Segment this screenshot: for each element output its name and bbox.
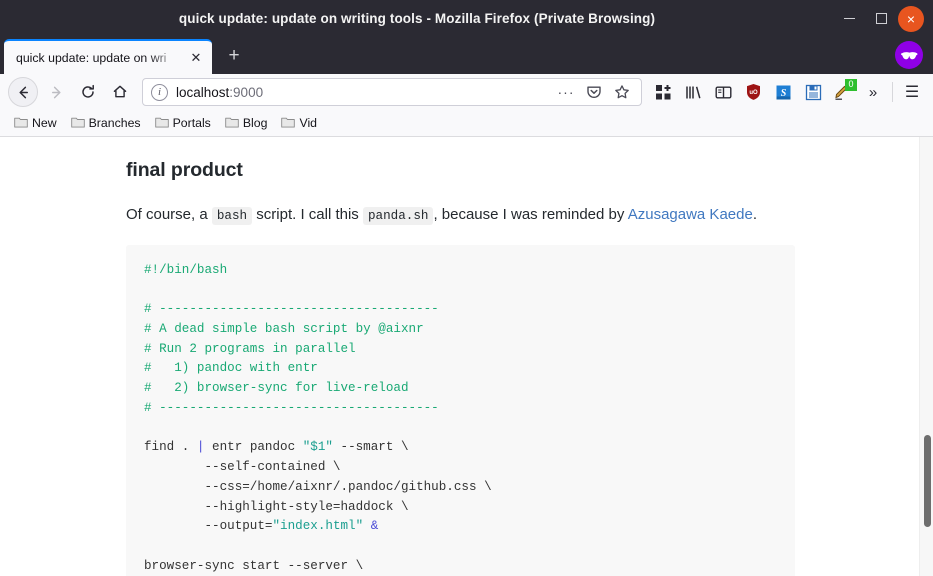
code-find-post: entr pandoc xyxy=(204,440,303,455)
article-body: final product Of course, a bash script. … xyxy=(0,137,933,576)
extension-toolbar: uO S 0 » ☰ xyxy=(648,77,927,107)
folder-icon xyxy=(14,116,28,131)
tab-close-icon[interactable]: ✕ xyxy=(186,48,206,68)
home-button[interactable] xyxy=(104,77,136,107)
bookmarks-toolbar: New Branches Portals Blog Vid xyxy=(0,110,933,137)
save-page-icon[interactable] xyxy=(798,77,828,107)
code-comment-line: # A dead simple bash script by @aixnr xyxy=(144,321,424,336)
code-flag-self-contained: --self-contained \ xyxy=(144,460,341,474)
page-title: final product xyxy=(126,159,243,181)
highlighter-icon[interactable]: 0 xyxy=(828,77,858,107)
azusagawa-kaede-link[interactable]: Azusagawa Kaede xyxy=(628,206,753,223)
highlighter-badge: 0 xyxy=(845,79,857,91)
folder-icon xyxy=(70,116,85,131)
toolbar-divider xyxy=(892,82,893,102)
bookmark-folder-vid[interactable]: Vid xyxy=(275,113,323,134)
bookmark-label: Blog xyxy=(242,116,268,130)
svg-text:S: S xyxy=(780,88,786,99)
maximize-button[interactable] xyxy=(866,4,896,34)
navigation-toolbar: i localhost:9000 ··· uO S 0 » ☰ xyxy=(0,74,933,110)
inline-code-bash: bash xyxy=(211,207,253,225)
paragraph-text-1: Of course, a xyxy=(126,206,212,223)
code-comment-line: # Run 2 programs in parallel xyxy=(144,341,356,356)
scrollbar-thumb[interactable] xyxy=(924,435,931,527)
bookmark-folder-portals[interactable]: Portals xyxy=(149,113,217,134)
url-actions: ··· xyxy=(553,79,635,105)
code-find-tail: --smart \ xyxy=(332,440,409,455)
sidebar-icon[interactable] xyxy=(708,77,738,107)
overflow-icon[interactable]: » xyxy=(858,77,888,107)
code-browsersync-line: browser-sync start --server \ xyxy=(144,558,364,573)
reload-button[interactable] xyxy=(72,77,104,107)
new-tab-button[interactable]: + xyxy=(218,40,250,72)
container-tabs-icon[interactable] xyxy=(648,77,678,107)
code-string-output: "index.html" xyxy=(272,519,364,534)
code-flag-highlight: --highlight-style=haddock \ xyxy=(144,499,409,514)
bookmark-label: New xyxy=(32,116,57,130)
app-menu-button[interactable]: ☰ xyxy=(897,77,927,107)
bash-code-block: #!/bin/bash # --------------------------… xyxy=(126,244,795,576)
folder-icon xyxy=(281,116,296,131)
pocket-icon[interactable] xyxy=(581,79,607,105)
bookmark-folder-branches[interactable]: Branches xyxy=(65,113,147,134)
close-button[interactable]: × xyxy=(898,5,924,32)
code-string-arg: "$1" xyxy=(302,440,333,455)
inline-code-pandash: panda.sh xyxy=(362,207,434,225)
code-comment-line: # ------------------------------------- xyxy=(144,302,439,316)
minimize-button[interactable] xyxy=(834,4,864,34)
code-amp-operator: & xyxy=(363,519,379,534)
code-shebang: #!/bin/bash xyxy=(144,262,228,277)
code-find-pre: find . xyxy=(144,440,197,455)
forward-button[interactable] xyxy=(40,77,72,107)
folder-icon xyxy=(225,116,239,131)
url-bar[interactable]: i localhost:9000 ··· xyxy=(142,78,642,106)
code-comment-line: # 1) pandoc with entr xyxy=(144,361,318,376)
url-text: localhost:9000 xyxy=(176,85,553,100)
intro-paragraph: Of course, a bash script. I call this pa… xyxy=(126,204,795,227)
url-port: :9000 xyxy=(229,84,264,100)
back-button[interactable] xyxy=(8,77,38,107)
bookmark-folder-blog[interactable]: Blog xyxy=(219,113,274,134)
code-comment-line: # 2) browser-sync for live-reload xyxy=(144,381,409,395)
scrapbook-icon[interactable]: S xyxy=(768,77,798,107)
private-browsing-mask-icon xyxy=(895,41,923,69)
code-flag-output: --output= xyxy=(144,519,273,534)
tab-title: quick update: update on wri xyxy=(16,50,167,65)
folder-icon xyxy=(154,116,169,131)
code-comment-line: # ------------------------------------- xyxy=(144,400,439,415)
window-title: quick update: update on writing tools - … xyxy=(178,11,656,26)
paragraph-text-4: . xyxy=(752,206,757,223)
library-icon[interactable] xyxy=(678,77,708,107)
paragraph-text-3: , because I was reminded by xyxy=(433,206,628,223)
ublock-origin-icon[interactable]: uO xyxy=(738,77,768,107)
identity-info-icon[interactable]: i xyxy=(151,83,168,101)
bookmark-folder-new[interactable]: New xyxy=(8,113,63,134)
window-controls: × xyxy=(834,4,933,34)
paragraph-text-2: script. I call this xyxy=(252,206,363,223)
bookmark-label: Portals xyxy=(172,116,211,130)
page-viewport: final product Of course, a bash script. … xyxy=(0,137,933,576)
bookmark-star-icon[interactable] xyxy=(609,79,635,105)
bookmark-label: Branches xyxy=(88,116,141,130)
tab-strip: quick update: update on wri ✕ + xyxy=(0,37,933,74)
window-titlebar: quick update: update on writing tools - … xyxy=(0,0,933,37)
bookmark-label: Vid xyxy=(299,116,318,130)
code-flag-css: --css=/home/aixnr/.pandoc/github.css \ xyxy=(144,479,492,494)
browser-tab-active[interactable]: quick update: update on wri ✕ xyxy=(4,39,212,74)
url-host: localhost xyxy=(176,84,230,100)
page-actions-icon[interactable]: ··· xyxy=(553,79,579,105)
svg-text:uO: uO xyxy=(749,90,758,96)
page-scrollbar[interactable] xyxy=(919,137,933,576)
